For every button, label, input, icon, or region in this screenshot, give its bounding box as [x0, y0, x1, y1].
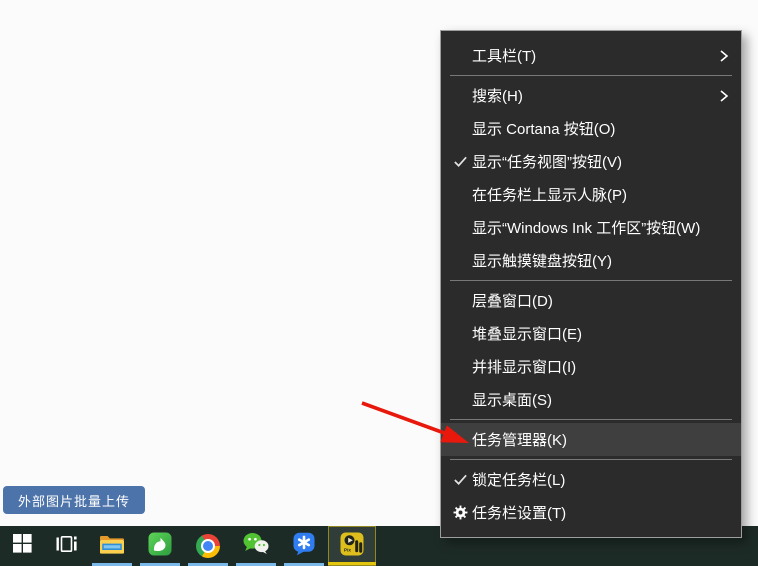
task-view-icon [56, 535, 77, 558]
menu-item-label: 显示“任务视图”按钮(V) [472, 151, 622, 172]
task-view-button[interactable] [44, 526, 88, 566]
menu-item-show-windows-ink-workspace-button[interactable]: 显示“Windows Ink 工作区”按钮(W) [441, 211, 741, 244]
menu-item-lock-taskbar[interactable]: 锁定任务栏(L) [441, 463, 741, 496]
checkmark-icon [450, 463, 470, 496]
menu-item-show-people-on-taskbar[interactable]: 在任务栏上显示人脉(P) [441, 178, 741, 211]
external-image-batch-upload-button[interactable]: 外部图片批量上传 [3, 486, 145, 514]
menu-item-label: 任务栏设置(T) [472, 502, 566, 523]
menu-item-show-touch-keyboard-button[interactable]: 显示触摸键盘按钮(Y) [441, 244, 741, 277]
menu-separator [450, 459, 732, 460]
pixpin-icon: Pix [340, 532, 364, 561]
file-explorer-button[interactable] [88, 526, 136, 566]
menu-separator [450, 419, 732, 420]
menu-item-search[interactable]: 搜索(H) [441, 79, 741, 112]
wechat-icon [243, 532, 269, 560]
menu-item-taskbar-settings[interactable]: 任务栏设置(T) [441, 496, 741, 529]
menu-item-label: 堆叠显示窗口(E) [472, 323, 582, 344]
active-indicator [328, 562, 376, 565]
chrome-icon [196, 534, 220, 558]
menu-item-show-windows-stacked[interactable]: 堆叠显示窗口(E) [441, 317, 741, 350]
menu-item-label: 显示桌面(S) [472, 389, 552, 410]
windows-logo-icon [13, 534, 32, 558]
start-button[interactable] [0, 526, 44, 566]
menu-item-label: 层叠窗口(D) [472, 290, 553, 311]
taskbar-context-menu: 工具栏(T) 搜索 [440, 30, 742, 538]
menu-separator [450, 280, 732, 281]
chrome-button[interactable] [184, 526, 232, 566]
green-bird-app-button[interactable] [136, 526, 184, 566]
menu-item-show-windows-side-by-side[interactable]: 并排显示窗口(I) [441, 350, 741, 383]
menu-item-show-cortana-button[interactable]: 显示 Cortana 按钮(O) [441, 112, 741, 145]
green-bird-icon [148, 532, 172, 561]
menu-item-label: 显示触摸键盘按钮(Y) [472, 250, 612, 271]
menu-item-toolbars[interactable]: 工具栏(T) [441, 39, 741, 72]
menu-item-label: 在任务栏上显示人脉(P) [472, 184, 627, 205]
pixpin-button[interactable]: Pix [328, 526, 376, 566]
menu-item-show-task-view-button[interactable]: 显示“任务视图”按钮(V) [441, 145, 741, 178]
svg-text:Pix: Pix [344, 547, 351, 552]
menu-item-label: 显示 Cortana 按钮(O) [472, 118, 615, 139]
menu-item-label: 锁定任务栏(L) [472, 469, 565, 490]
menu-item-cascade-windows[interactable]: 层叠窗口(D) [441, 284, 741, 317]
chevron-right-icon [718, 79, 730, 112]
menu-item-label: 工具栏(T) [472, 45, 536, 66]
blue-star-app-button[interactable] [280, 526, 328, 566]
menu-item-show-desktop[interactable]: 显示桌面(S) [441, 383, 741, 416]
menu-item-label: 任务管理器(K) [472, 429, 567, 450]
menu-item-label: 显示“Windows Ink 工作区”按钮(W) [472, 217, 700, 238]
menu-separator [450, 75, 732, 76]
menu-item-task-manager[interactable]: 任务管理器(K) [441, 423, 741, 456]
wechat-button[interactable] [232, 526, 280, 566]
blue-star-icon [292, 532, 316, 561]
menu-item-label: 搜索(H) [472, 85, 523, 106]
menu-item-label: 并排显示窗口(I) [472, 356, 576, 377]
gear-icon [450, 496, 470, 529]
chevron-right-icon [718, 39, 730, 72]
checkmark-icon [450, 145, 470, 178]
folder-icon [99, 533, 125, 560]
